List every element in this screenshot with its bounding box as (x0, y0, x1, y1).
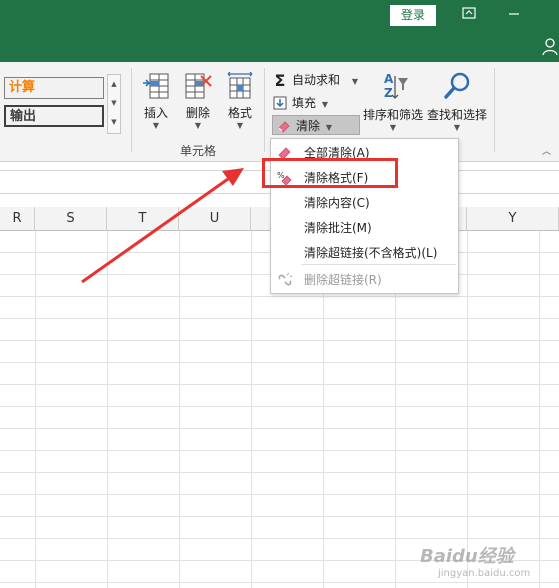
annotation-arrow (81, 168, 244, 284)
baidu-watermark: Baidu经验 jingyan.baidu.com (420, 542, 555, 582)
watermark-subtext: jingyan.baidu.com (438, 568, 531, 579)
watermark-text: Baidu经验 (420, 546, 514, 567)
